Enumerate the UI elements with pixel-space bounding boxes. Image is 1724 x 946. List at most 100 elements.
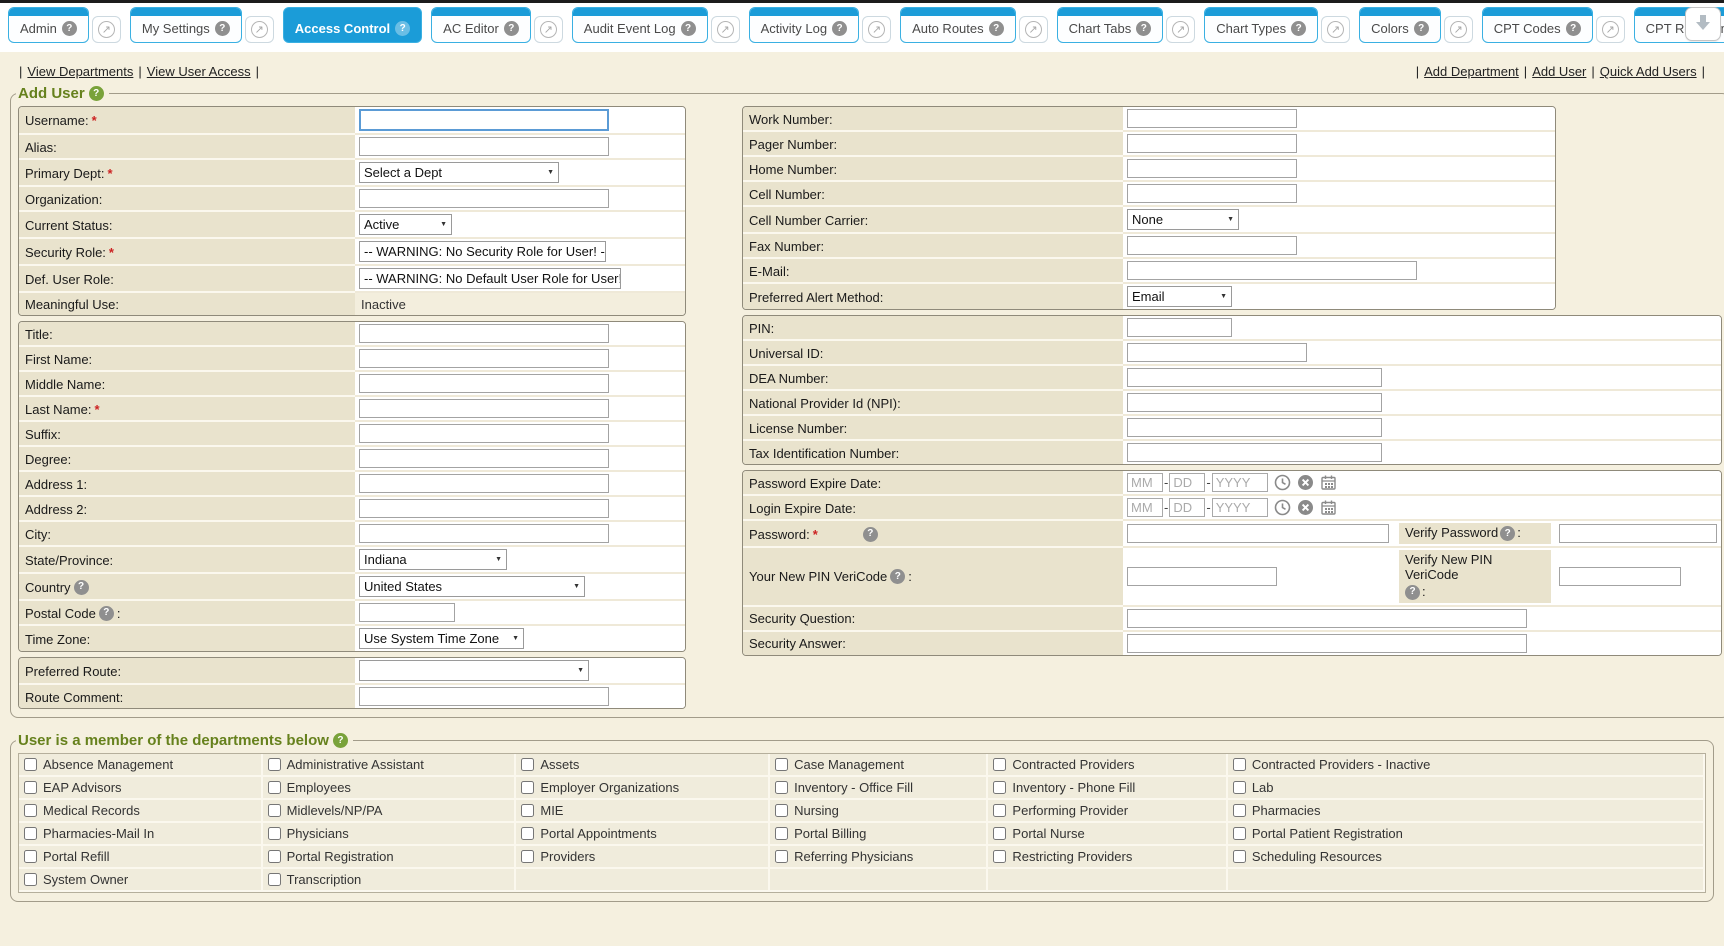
dept-checkbox-pharmacies[interactable] bbox=[1233, 804, 1246, 817]
dept-checkbox-lab[interactable] bbox=[1233, 781, 1246, 794]
tab-cpt-codes[interactable]: CPT Codes bbox=[1482, 7, 1593, 43]
security-question-input[interactable] bbox=[1127, 609, 1527, 628]
help-icon[interactable] bbox=[333, 733, 348, 748]
dea-number-input[interactable] bbox=[1127, 368, 1382, 387]
title-input[interactable] bbox=[359, 324, 609, 343]
home-number-input[interactable] bbox=[1127, 159, 1297, 178]
dept-checkbox-inventory-office-fill[interactable] bbox=[775, 781, 788, 794]
help-icon[interactable] bbox=[989, 21, 1004, 36]
clock-icon[interactable] bbox=[1274, 474, 1291, 491]
dept-checkbox-employees[interactable] bbox=[268, 781, 281, 794]
def-user-role-select[interactable]: -- WARNING: No Default User Role for Use… bbox=[359, 268, 621, 289]
dept-checkbox-case-management[interactable] bbox=[775, 758, 788, 771]
scroll-tabs-button[interactable] bbox=[1685, 7, 1721, 41]
pager-number-input[interactable] bbox=[1127, 134, 1297, 153]
login-expire-date-yyyy-input[interactable] bbox=[1212, 498, 1268, 517]
link-quick-add-users[interactable]: Quick Add Users bbox=[1600, 64, 1697, 79]
tab-popout-button[interactable] bbox=[1444, 16, 1473, 43]
help-icon[interactable] bbox=[504, 21, 519, 36]
tab-chart-types[interactable]: Chart Types bbox=[1204, 7, 1318, 43]
dept-checkbox-physicians[interactable] bbox=[268, 827, 281, 840]
username-input[interactable] bbox=[359, 109, 609, 131]
city-input[interactable] bbox=[359, 524, 609, 543]
dept-checkbox-portal-appointments[interactable] bbox=[521, 827, 534, 840]
link-view-user-access[interactable]: View User Access bbox=[147, 64, 251, 79]
help-icon[interactable] bbox=[1414, 21, 1429, 36]
help-icon[interactable] bbox=[1566, 21, 1581, 36]
dept-checkbox-portal-patient-registration[interactable] bbox=[1233, 827, 1246, 840]
dept-checkbox-portal-nurse[interactable] bbox=[993, 827, 1006, 840]
tab-popout-button[interactable] bbox=[92, 16, 121, 43]
address-1-input[interactable] bbox=[359, 474, 609, 493]
tab-admin[interactable]: Admin bbox=[8, 7, 89, 43]
route-comment-input[interactable] bbox=[359, 687, 609, 706]
calendar-icon[interactable] bbox=[1320, 499, 1337, 516]
dept-checkbox-portal-refill[interactable] bbox=[24, 850, 37, 863]
middle-name-input[interactable] bbox=[359, 374, 609, 393]
help-icon[interactable] bbox=[1500, 526, 1515, 541]
national-provider-id-npi-input[interactable] bbox=[1127, 393, 1382, 412]
pin-input[interactable] bbox=[1127, 318, 1232, 337]
dept-checkbox-performing-provider[interactable] bbox=[993, 804, 1006, 817]
dept-checkbox-providers[interactable] bbox=[521, 850, 534, 863]
preferred-route-select[interactable] bbox=[359, 660, 589, 681]
first-name-input[interactable] bbox=[359, 349, 609, 368]
tab-ac-editor[interactable]: AC Editor bbox=[431, 7, 531, 43]
dept-checkbox-assets[interactable] bbox=[521, 758, 534, 771]
help-icon[interactable] bbox=[863, 527, 878, 542]
e-mail-input[interactable] bbox=[1127, 261, 1417, 280]
help-icon[interactable] bbox=[74, 580, 89, 595]
dept-checkbox-midlevels-np-pa[interactable] bbox=[268, 804, 281, 817]
help-icon[interactable] bbox=[890, 569, 905, 584]
license-number-input[interactable] bbox=[1127, 418, 1382, 437]
tab-popout-button[interactable] bbox=[1596, 16, 1625, 43]
tab-chart-tabs[interactable]: Chart Tabs bbox=[1057, 7, 1164, 43]
dept-checkbox-medical-records[interactable] bbox=[24, 804, 37, 817]
help-icon[interactable] bbox=[89, 86, 104, 101]
dept-checkbox-transcription[interactable] bbox=[268, 873, 281, 886]
cell-number-input[interactable] bbox=[1127, 184, 1297, 203]
tab-activity-log[interactable]: Activity Log bbox=[749, 7, 859, 43]
primary-dept-select[interactable]: Select a Dept bbox=[359, 162, 559, 183]
password-input[interactable] bbox=[1127, 524, 1389, 543]
dept-checkbox-inventory-phone-fill[interactable] bbox=[993, 781, 1006, 794]
security-role-select[interactable]: -- WARNING: No Security Role for User! -… bbox=[359, 241, 606, 262]
tab-popout-button[interactable] bbox=[1166, 16, 1195, 43]
login-expire-date-dd-input[interactable] bbox=[1169, 498, 1205, 517]
clock-icon[interactable] bbox=[1274, 499, 1291, 516]
dept-checkbox-mie[interactable] bbox=[521, 804, 534, 817]
help-icon[interactable] bbox=[62, 21, 77, 36]
tab-my-settings[interactable]: My Settings bbox=[130, 7, 242, 43]
dept-checkbox-scheduling-resources[interactable] bbox=[1233, 850, 1246, 863]
country-select[interactable]: United States bbox=[359, 576, 585, 597]
link-add-user[interactable]: Add User bbox=[1532, 64, 1586, 79]
cell-number-carrier-select[interactable]: None bbox=[1127, 209, 1239, 230]
dept-checkbox-administrative-assistant[interactable] bbox=[268, 758, 281, 771]
dept-checkbox-contracted-providers-inactive[interactable] bbox=[1233, 758, 1246, 771]
tab-colors[interactable]: Colors bbox=[1359, 7, 1441, 43]
dept-checkbox-employer-organizations[interactable] bbox=[521, 781, 534, 794]
dept-checkbox-referring-physicians[interactable] bbox=[775, 850, 788, 863]
security-answer-input[interactable] bbox=[1127, 634, 1527, 653]
help-icon[interactable] bbox=[395, 21, 410, 36]
help-icon[interactable] bbox=[1291, 21, 1306, 36]
dept-checkbox-pharmacies-mail-in[interactable] bbox=[24, 827, 37, 840]
help-icon[interactable] bbox=[1405, 585, 1420, 600]
degree-input[interactable] bbox=[359, 449, 609, 468]
tab-access-control[interactable]: Access Control bbox=[283, 7, 422, 43]
tab-popout-button[interactable] bbox=[711, 16, 740, 43]
current-status-select[interactable]: Active bbox=[359, 214, 452, 235]
password-expire-date-dd-input[interactable] bbox=[1169, 473, 1205, 492]
tab-popout-button[interactable] bbox=[862, 16, 891, 43]
help-icon[interactable] bbox=[215, 21, 230, 36]
tax-identification-number-input[interactable] bbox=[1127, 443, 1382, 462]
tab-popout-button[interactable] bbox=[245, 16, 274, 43]
verify-new-pin-vericode-input[interactable] bbox=[1559, 567, 1681, 586]
tab-audit-event-log[interactable]: Audit Event Log bbox=[572, 7, 708, 43]
password-expire-date-yyyy-input[interactable] bbox=[1212, 473, 1268, 492]
clear-icon[interactable] bbox=[1297, 499, 1314, 516]
tab-auto-routes[interactable]: Auto Routes bbox=[900, 7, 1016, 43]
verify-password-input[interactable] bbox=[1559, 524, 1717, 543]
help-icon[interactable] bbox=[99, 606, 114, 621]
login-expire-date-mm-input[interactable] bbox=[1127, 498, 1163, 517]
